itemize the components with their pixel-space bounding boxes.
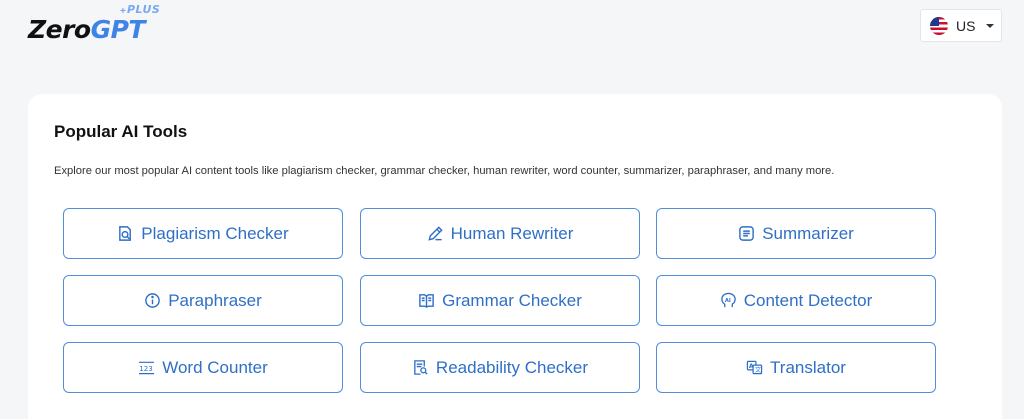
popular-tools-card: Popular AI Tools Explore our most popula… [28,94,1002,419]
document-search-icon [412,359,429,376]
book-icon [418,292,435,309]
logo-text-zero: Zero [28,15,91,44]
logo-text: ZeroGPT [28,15,146,44]
tool-label: Human Rewriter [450,223,574,243]
us-flag-icon [930,16,948,35]
summary-icon [738,225,755,242]
caret-down-icon [986,23,995,28]
pencil-icon [427,225,444,242]
svg-text:123: 123 [139,364,153,373]
human-rewriter-button[interactable]: Human Rewriter [360,208,640,259]
word-counter-button[interactable]: 123 Word Counter [63,342,343,393]
tool-label: Paraphraser [168,290,262,310]
tool-label: Plagiarism Checker [141,223,289,243]
paraphraser-button[interactable]: Paraphraser [63,275,343,326]
language-code: US [956,17,976,34]
svg-text:文: 文 [755,366,761,374]
tool-label: Translator [770,357,846,377]
tool-label: Summarizer [762,223,854,243]
tool-label: Grammar Checker [442,290,582,310]
logo-text-gpt: GPT [90,15,146,44]
section-description: Explore our most popular AI content tool… [54,165,835,177]
summarizer-button[interactable]: Summarizer [656,208,936,259]
translator-button[interactable]: A文 Translator [656,342,936,393]
header: + PLUS ZeroGPT US [0,0,1024,70]
svg-text:A: A [749,363,754,370]
translate-icon: A文 [746,359,763,376]
svg-text:AI: AI [725,298,731,304]
counter-123-icon: 123 [138,359,155,376]
tool-label: Readability Checker [435,357,589,377]
tool-label: Word Counter [162,357,268,377]
info-icon [144,292,161,309]
language-selector[interactable]: US [920,9,1002,42]
plagiarism-checker-button[interactable]: Plagiarism Checker [63,208,343,259]
ai-head-icon: AI [720,292,737,309]
content-detector-button[interactable]: AI Content Detector [656,275,936,326]
section-title: Popular AI Tools [54,122,188,141]
readability-checker-button[interactable]: Readability Checker [360,342,640,393]
tool-label: Content Detector [743,290,873,310]
grammar-checker-button[interactable]: Grammar Checker [360,275,640,326]
plagiarism-icon [117,225,134,242]
